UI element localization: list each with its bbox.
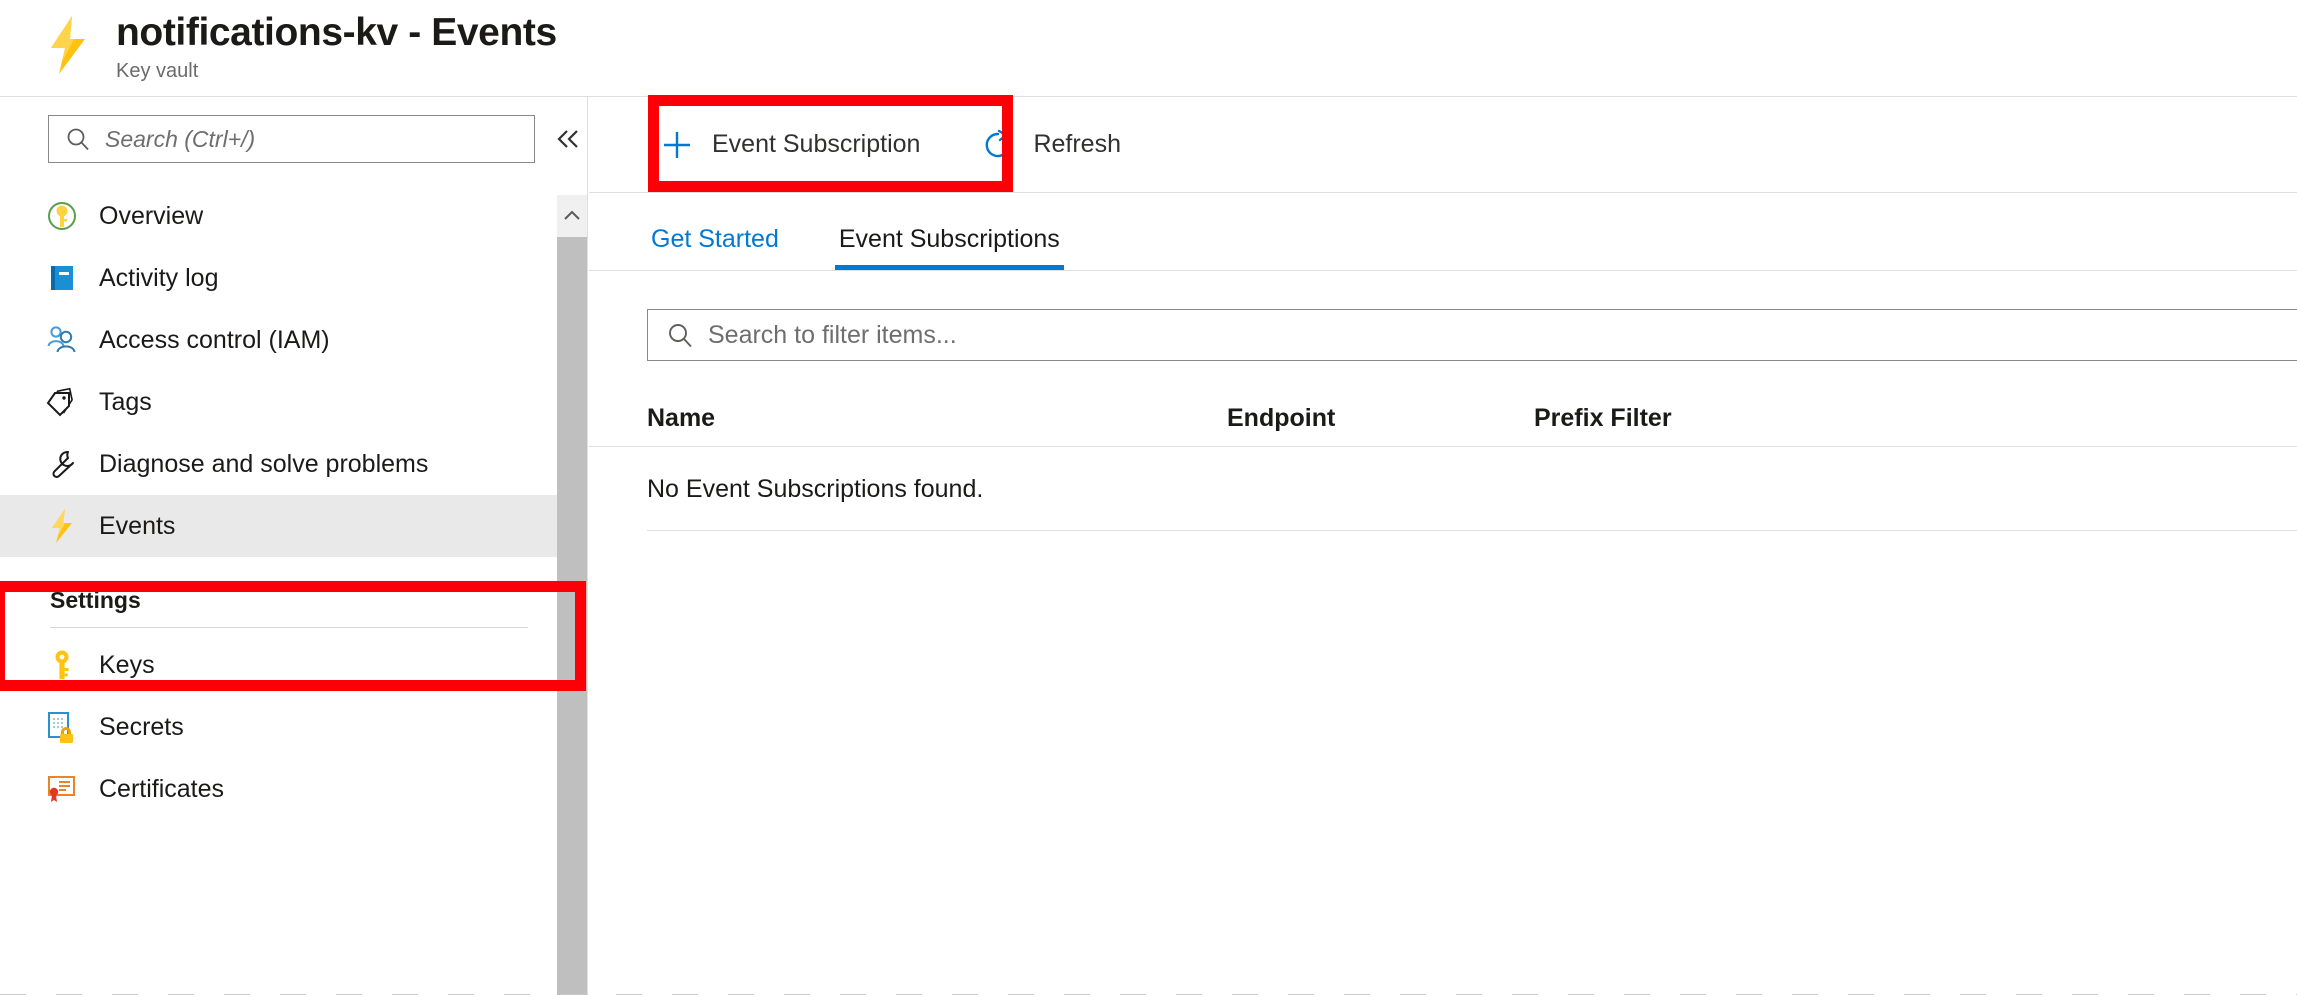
sidebar-item-tags[interactable]: Tags [0,371,587,433]
refresh-button[interactable]: Refresh [970,115,1129,175]
sidebar-nav-list: Overview Activity log [0,185,587,557]
sidebar-item-label: Certificates [99,774,224,804]
filter-search-box[interactable] [647,309,2297,361]
azure-portal-blade: notifications-kv - Events Key vault [0,0,2297,995]
search-icon [666,321,694,349]
key-circle-icon [42,199,82,233]
sidebar: Overview Activity log [0,97,588,995]
event-subscriptions-table: Name Endpoint Prefix Filter No Event Sub… [589,391,2297,531]
certificate-icon [42,773,82,805]
page-title: notifications-kv - Events [116,10,557,56]
people-icon [42,324,82,356]
sidebar-item-label: Access control (IAM) [99,325,330,355]
refresh-label: Refresh [1033,130,1121,159]
lightning-bolt-icon [42,508,82,544]
search-input[interactable] [105,117,525,161]
scrollbar-thumb[interactable] [557,237,587,995]
sidebar-item-activity-log[interactable]: Activity log [0,247,587,309]
key-icon [42,648,82,682]
content-area: Event Subscription Refresh Get Started E… [589,97,2297,995]
add-event-subscription-label: Event Subscription [712,130,920,159]
sidebar-section-settings-header: Settings [0,557,587,614]
wrench-icon [42,448,82,480]
filter-input[interactable] [708,311,2108,359]
sidebar-item-diagnose[interactable]: Diagnose and solve problems [0,433,587,495]
column-header-name[interactable]: Name [647,404,1227,433]
filter-row [589,271,2297,361]
tags-icon [42,385,82,419]
sidebar-item-label: Secrets [99,712,184,742]
tab-label: Event Subscriptions [839,225,1060,253]
tab-label: Get Started [651,225,779,253]
column-header-endpoint[interactable]: Endpoint [1227,404,1534,433]
section-divider [50,627,528,628]
sidebar-settings-list: Keys Secrets [0,634,587,820]
search-icon [65,126,91,152]
sidebar-search[interactable] [48,115,535,163]
table-header-row: Name Endpoint Prefix Filter [589,391,2297,447]
resource-type-subtitle: Key vault [116,58,557,84]
sidebar-scrollbar[interactable] [557,195,587,995]
activity-log-book-icon [42,262,82,294]
sidebar-item-access-control[interactable]: Access control (IAM) [0,309,587,371]
sidebar-item-events[interactable]: Events [0,495,587,557]
secret-lock-icon [42,710,82,744]
sidebar-item-label: Tags [99,387,152,417]
blade-header: notifications-kv - Events Key vault [0,0,2297,97]
sidebar-item-certificates[interactable]: Certificates [0,758,587,820]
tab-event-subscriptions[interactable]: Event Subscriptions [835,224,1064,270]
refresh-icon [978,129,1018,161]
sidebar-item-label: Activity log [99,263,218,293]
column-header-prefix-filter[interactable]: Prefix Filter [1534,404,1934,433]
sidebar-item-secrets[interactable]: Secrets [0,696,587,758]
tab-bar: Get Started Event Subscriptions [589,193,2297,271]
double-chevron-left-icon[interactable] [549,119,587,159]
plus-icon [657,128,697,162]
sidebar-item-keys[interactable]: Keys [0,634,587,696]
chevron-up-icon[interactable] [557,195,587,237]
table-empty-message: No Event Subscriptions found. [589,447,2297,504]
sidebar-item-label: Keys [99,650,155,680]
sidebar-item-label: Events [99,511,175,541]
tab-get-started[interactable]: Get Started [647,224,783,270]
table-bottom-divider [647,530,2297,531]
sidebar-item-label: Diagnose and solve problems [99,449,428,479]
sidebar-item-overview[interactable]: Overview [0,185,587,247]
add-event-subscription-button[interactable]: Event Subscription [649,115,928,175]
lightning-bolt-icon [42,14,94,76]
command-toolbar: Event Subscription Refresh [589,97,2297,193]
sidebar-item-label: Overview [99,201,203,231]
